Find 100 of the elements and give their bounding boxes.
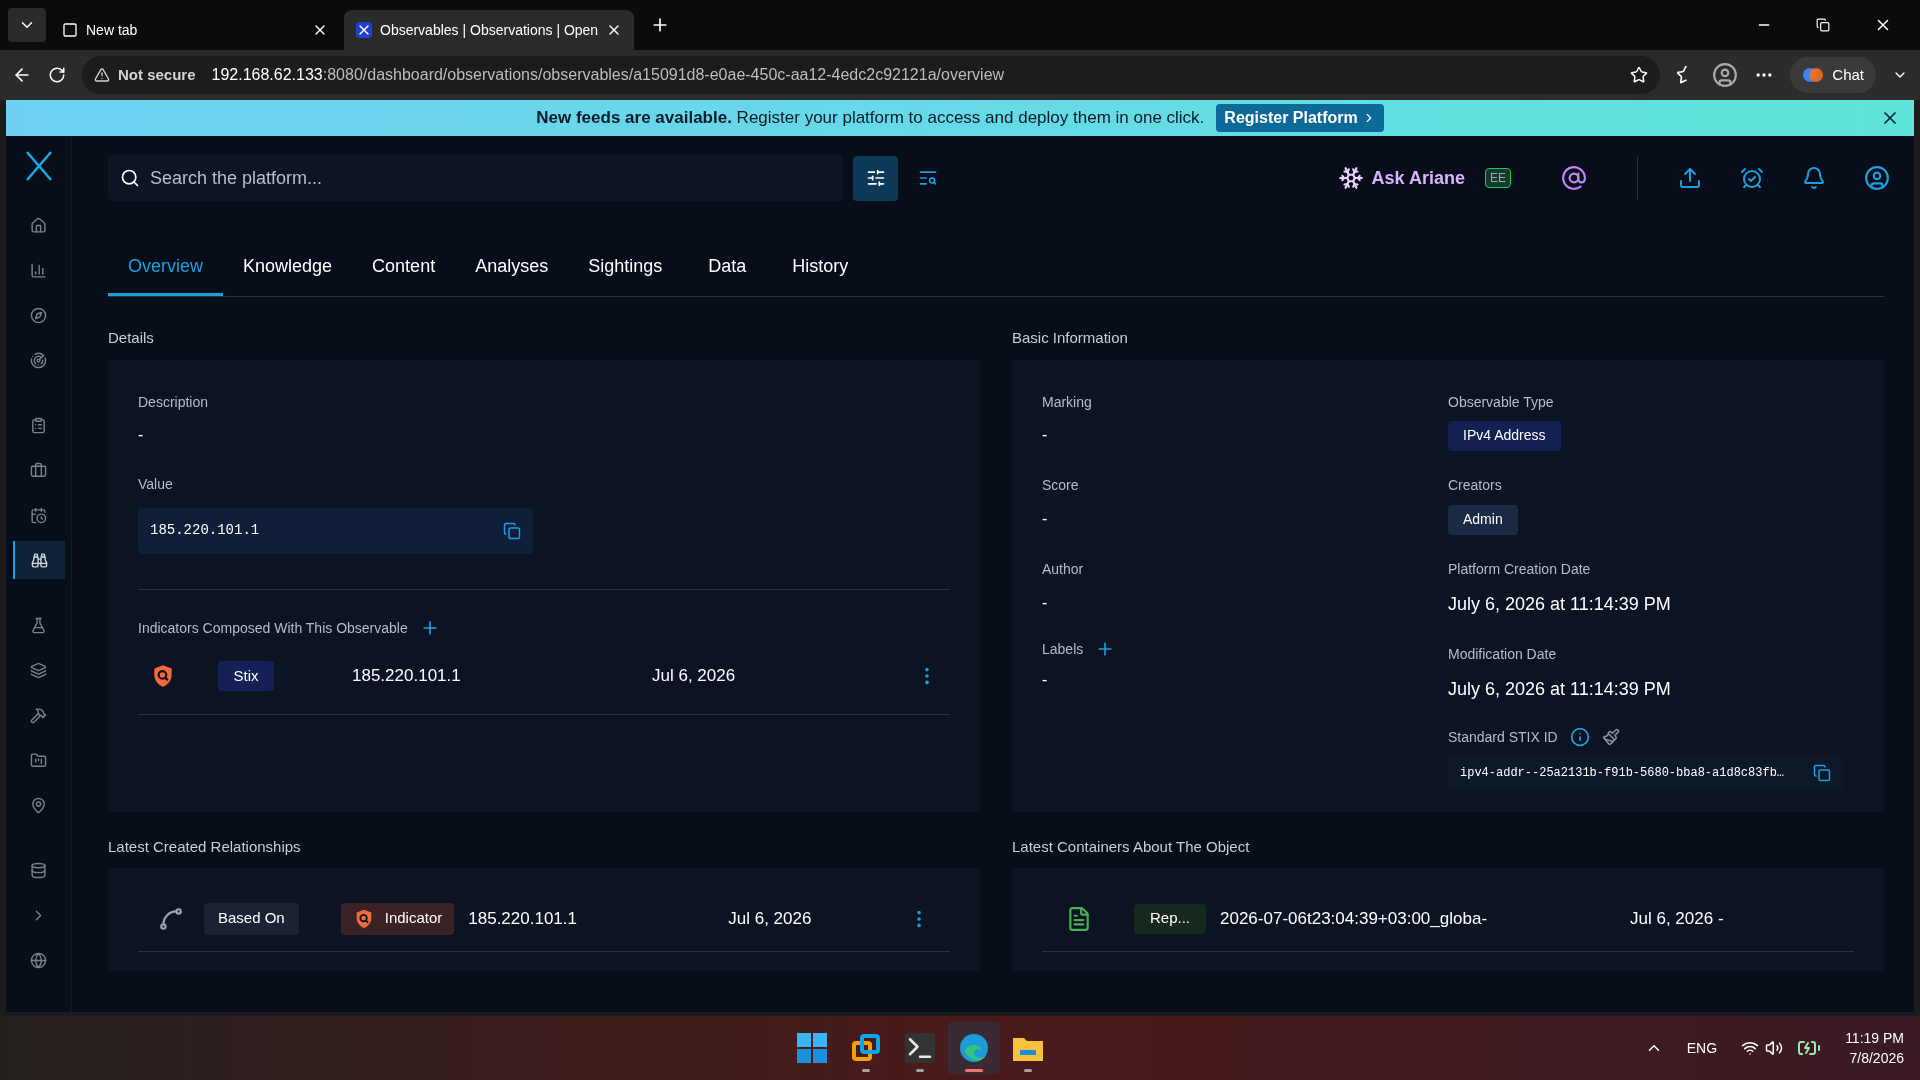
register-platform-button[interactable]: Register Platform bbox=[1216, 104, 1384, 132]
snowflake-icon bbox=[1337, 165, 1364, 191]
tab-title: New tab bbox=[86, 20, 139, 40]
section-title: Latest Containers About The Object bbox=[1012, 836, 1251, 857]
field-value: - bbox=[138, 424, 145, 445]
container-type-tag: Rep... bbox=[1134, 903, 1206, 934]
house-icon bbox=[30, 216, 47, 234]
compass-icon bbox=[30, 306, 47, 324]
search-field[interactable]: Search the platform... bbox=[108, 155, 843, 201]
bell-icon[interactable] bbox=[1802, 166, 1826, 190]
entity-type-tag: Indicator bbox=[340, 902, 455, 935]
address-bar[interactable]: Not secure 192.168.62.133:8080/dashboard/observations/observables/a15091d8-e0ae-450c-aa12-4edc2c92121a/overview bbox=[82, 56, 1661, 94]
page-tab[interactable]: Knowledge bbox=[223, 240, 353, 296]
chat-button[interactable]: Chat bbox=[1790, 57, 1876, 93]
clock-date[interactable]: 7/8/2026 bbox=[1849, 1048, 1904, 1068]
field-label: Value bbox=[138, 475, 173, 492]
observable-type-tag: IPv4 Address bbox=[1448, 420, 1561, 451]
text-search-icon[interactable] bbox=[918, 168, 938, 188]
copy-icon[interactable] bbox=[1813, 763, 1831, 782]
field-value: - bbox=[1042, 424, 1049, 445]
indicator-date: Jul 6, 2026 bbox=[652, 665, 736, 688]
warning-icon bbox=[94, 67, 110, 83]
map-pin-icon bbox=[30, 796, 47, 814]
clipboard-icon bbox=[30, 416, 47, 434]
app-logo-icon[interactable] bbox=[23, 150, 54, 182]
folder-icon bbox=[30, 751, 47, 769]
ask-ariane-button[interactable]: Ask Ariane bbox=[1337, 164, 1465, 192]
reload-icon[interactable] bbox=[48, 66, 66, 84]
relation-icon bbox=[158, 905, 184, 932]
bar-chart-icon bbox=[30, 261, 47, 279]
wifi-icon[interactable] bbox=[1741, 1039, 1760, 1057]
hammer-icon bbox=[30, 706, 47, 724]
indicator-name: 185.220.101.1 bbox=[352, 665, 462, 688]
terminal-icon bbox=[905, 1033, 936, 1063]
field-label: Creators bbox=[1448, 476, 1502, 493]
page-tab[interactable]: Data bbox=[682, 240, 773, 296]
field-label: Platform Creation Date bbox=[1448, 560, 1591, 577]
sidebar-item[interactable] bbox=[12, 541, 65, 579]
document-icon bbox=[1066, 905, 1092, 932]
page-tab[interactable]: Analyses bbox=[455, 240, 569, 296]
user-icon[interactable] bbox=[1864, 165, 1890, 191]
tab-title: Observables | Observations | Open bbox=[380, 20, 598, 40]
browser-logo-icon bbox=[959, 1033, 990, 1063]
profile-icon[interactable] bbox=[1712, 62, 1739, 88]
relationship-date: Jul 6, 2026 bbox=[728, 907, 812, 930]
date-value: July 6, 2026 at 11:14:39 PM bbox=[1448, 592, 1671, 616]
relation-tag: Based On bbox=[204, 902, 299, 935]
filter-button[interactable] bbox=[853, 155, 898, 201]
page-tab[interactable]: Content bbox=[352, 240, 456, 296]
calendar-clock-icon bbox=[30, 506, 47, 524]
app-logo-icon bbox=[356, 22, 372, 38]
browser-tab[interactable]: New tab bbox=[50, 10, 340, 50]
field-value: - bbox=[1042, 669, 1049, 690]
page-tab[interactable]: History bbox=[772, 240, 869, 296]
binoculars-icon bbox=[31, 551, 48, 569]
section-title: Latest Created Relationships bbox=[108, 836, 302, 857]
banner-text: New feeds are available. Register your platform to access and deploy them in one click. bbox=[536, 107, 1205, 130]
field-value: - bbox=[1042, 592, 1049, 613]
field-label: Observable Type bbox=[1448, 392, 1554, 412]
field-label: Modification Date bbox=[1448, 645, 1557, 662]
entity-name: 185.220.101.1 bbox=[468, 907, 578, 930]
tab-list-button[interactable] bbox=[8, 8, 46, 42]
field-value: - bbox=[1042, 508, 1049, 529]
clock-time[interactable]: 11:19 PM bbox=[1845, 1028, 1904, 1048]
field-label: Marking bbox=[1042, 392, 1093, 412]
info-icon[interactable] bbox=[1569, 727, 1590, 747]
taskbar-app[interactable] bbox=[948, 1022, 1001, 1074]
layers-icon bbox=[30, 661, 47, 679]
indicator-row[interactable]: Stix 185.220.101.1 Jul 6, 2026 bbox=[138, 638, 950, 715]
field-label: Standard STIX ID bbox=[1448, 727, 1558, 747]
field-label: Author bbox=[1042, 560, 1084, 577]
stix-id-field: ipv4-addr--25a2131b-f91b-5680-bba8-a1d8c83fb… bbox=[1448, 755, 1843, 790]
container-row[interactable]: Rep... 2026-07-06t23:04:39+03:00_globa- Jul 6, 2026 - bbox=[1042, 886, 1854, 952]
star-icon[interactable] bbox=[1630, 66, 1649, 84]
section-title: Details bbox=[108, 328, 155, 348]
globe-icon bbox=[30, 951, 47, 969]
windows-logo-icon bbox=[797, 1033, 828, 1063]
edition-badge: EE bbox=[1485, 168, 1511, 188]
restore-icon[interactable] bbox=[1816, 18, 1830, 32]
database-icon bbox=[30, 861, 47, 879]
page-tab[interactable]: Sightings bbox=[568, 240, 683, 296]
subsection-title: Indicators Composed With This Observable bbox=[138, 618, 408, 638]
alarm-clock-icon[interactable] bbox=[1740, 166, 1764, 190]
upload-icon[interactable] bbox=[1678, 166, 1702, 190]
creator-tag: Admin bbox=[1448, 504, 1518, 535]
relationship-row[interactable]: Based On Indicator 185.220.101.1 Jul 6, 2026 bbox=[138, 886, 950, 952]
flask-icon bbox=[30, 616, 47, 634]
browser-tab[interactable]: Observables | Observations | Open bbox=[344, 10, 634, 50]
at-sign-icon[interactable] bbox=[1561, 165, 1587, 191]
language-indicator[interactable]: ENG bbox=[1686, 1037, 1718, 1059]
briefcase-icon bbox=[30, 461, 47, 479]
container-date: Jul 6, 2026 - bbox=[1630, 907, 1724, 930]
brush-icon[interactable] bbox=[1601, 728, 1620, 746]
page-icon bbox=[62, 22, 78, 38]
copy-icon[interactable] bbox=[503, 521, 521, 540]
speaker-icon[interactable] bbox=[1765, 1039, 1784, 1057]
field-label: Description bbox=[138, 392, 210, 412]
security-label: Not secure bbox=[118, 64, 196, 85]
page-tab[interactable]: Overview bbox=[108, 240, 223, 296]
radar-icon bbox=[30, 351, 47, 369]
